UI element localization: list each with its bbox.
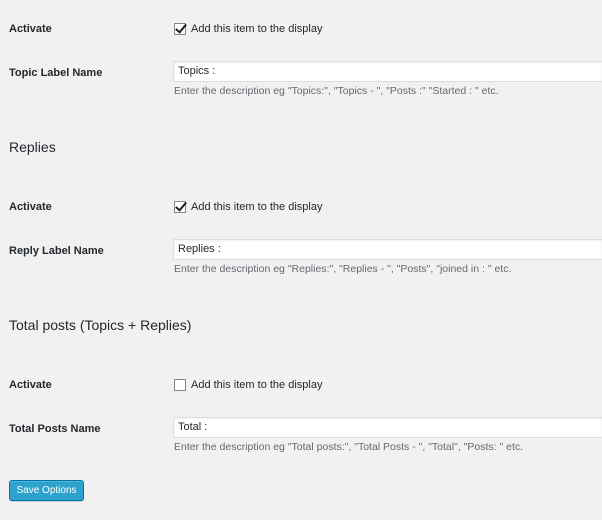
topics-activate-checkbox-label[interactable]: Add this item to the display (191, 23, 322, 35)
topics-activate-label: Activate (9, 23, 52, 35)
topics-activate-checkbox[interactable] (174, 23, 186, 35)
total-posts-name-description: Enter the description eg "Total posts:",… (174, 441, 524, 453)
topics-activate-checkbox-row[interactable]: Add this item to the display (174, 21, 322, 37)
total-posts-activate-checkbox[interactable] (174, 379, 186, 391)
total-posts-activate-checkbox-label[interactable]: Add this item to the display (191, 379, 322, 391)
topic-label-name-input[interactable]: Topics : (173, 61, 602, 82)
total-posts-name-label: Total Posts Name (9, 423, 101, 435)
total-posts-section-title: Total posts (Topics + Replies) (9, 317, 192, 333)
reply-label-name-input[interactable]: Replies : (173, 239, 602, 260)
reply-label-name-description: Enter the description eg "Replies:", "Re… (174, 263, 512, 275)
reply-label-name-label: Reply Label Name (9, 245, 104, 257)
topic-label-name-label: Topic Label Name (9, 67, 103, 79)
replies-section-title: Replies (9, 139, 56, 155)
topic-label-name-description: Enter the description eg "Topics:", "Top… (174, 85, 499, 97)
replies-activate-checkbox[interactable] (174, 201, 186, 213)
replies-activate-checkbox-row[interactable]: Add this item to the display (174, 199, 322, 215)
replies-activate-checkbox-label[interactable]: Add this item to the display (191, 201, 322, 213)
total-posts-name-input[interactable]: Total : (173, 417, 602, 438)
save-options-button[interactable]: Save Options (9, 480, 84, 501)
total-posts-activate-label: Activate (9, 379, 52, 391)
total-posts-activate-checkbox-row[interactable]: Add this item to the display (174, 377, 322, 393)
replies-activate-label: Activate (9, 201, 52, 213)
